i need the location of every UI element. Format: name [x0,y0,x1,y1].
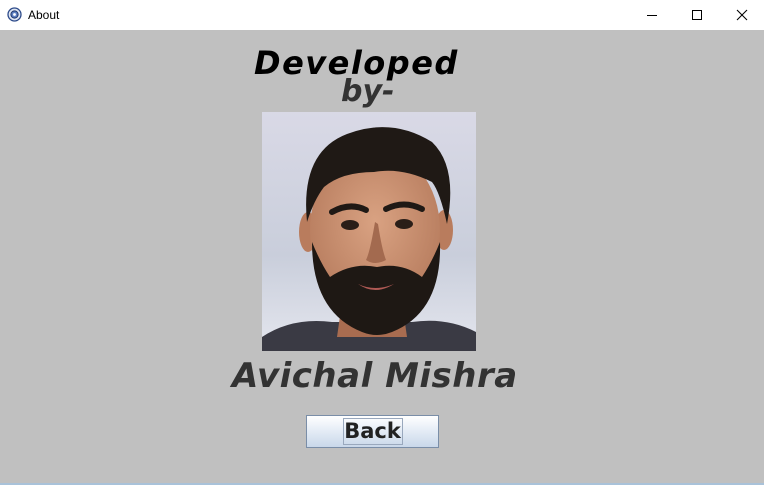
by-heading: by- [341,74,395,109]
close-button[interactable] [719,0,764,30]
maximize-icon [691,9,703,21]
about-window: About Developed by- Avichal Mishra Back [0,0,764,485]
back-button-label: Back [344,419,401,443]
close-icon [736,9,748,21]
developer-name: Avichal Mishra [232,356,518,396]
developer-photo [262,112,476,351]
about-content: Developed by- Avichal Mishra Back [0,30,764,483]
maximize-button[interactable] [674,0,720,30]
window-title: About [28,8,60,22]
minimize-button[interactable] [629,0,675,30]
minimize-icon [646,9,658,21]
java-cup-icon [7,7,22,22]
title-bar[interactable]: About [0,0,764,30]
back-button[interactable]: Back [306,415,439,448]
